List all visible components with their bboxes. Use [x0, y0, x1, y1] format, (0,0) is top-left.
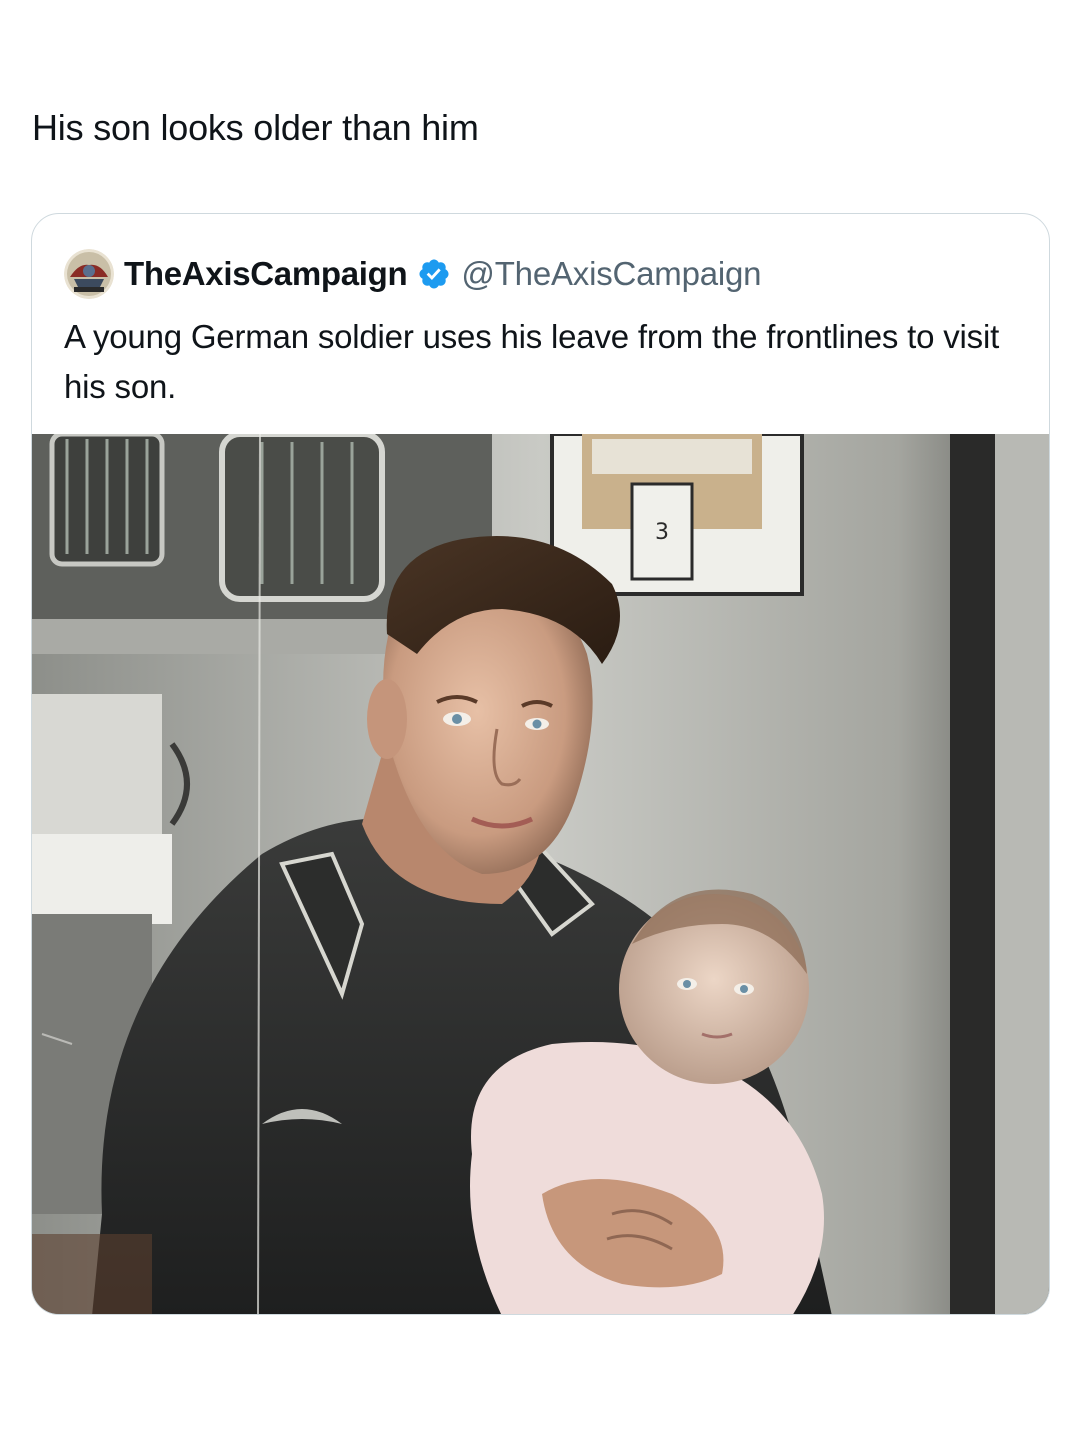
quoted-tweet-text: A young German soldier uses his leave fr…	[64, 318, 1000, 405]
quoted-tweet-card[interactable]: TheAxisCampaign @TheAxisCampaign A young…	[31, 213, 1050, 1315]
quoted-tweet-header: TheAxisCampaign @TheAxisCampaign	[64, 249, 762, 299]
calendar-number: 3	[655, 520, 669, 545]
user-handle[interactable]: @TheAxisCampaign	[461, 255, 761, 293]
tweet-media-photo[interactable]: 3	[32, 434, 1049, 1314]
post-container: His son looks older than him TheAxisCamp…	[0, 0, 1080, 1429]
post-text: His son looks older than him	[32, 107, 479, 148]
verified-badge-icon	[417, 257, 451, 291]
profile-avatar[interactable]	[64, 249, 114, 299]
display-name[interactable]: TheAxisCampaign	[124, 255, 408, 293]
